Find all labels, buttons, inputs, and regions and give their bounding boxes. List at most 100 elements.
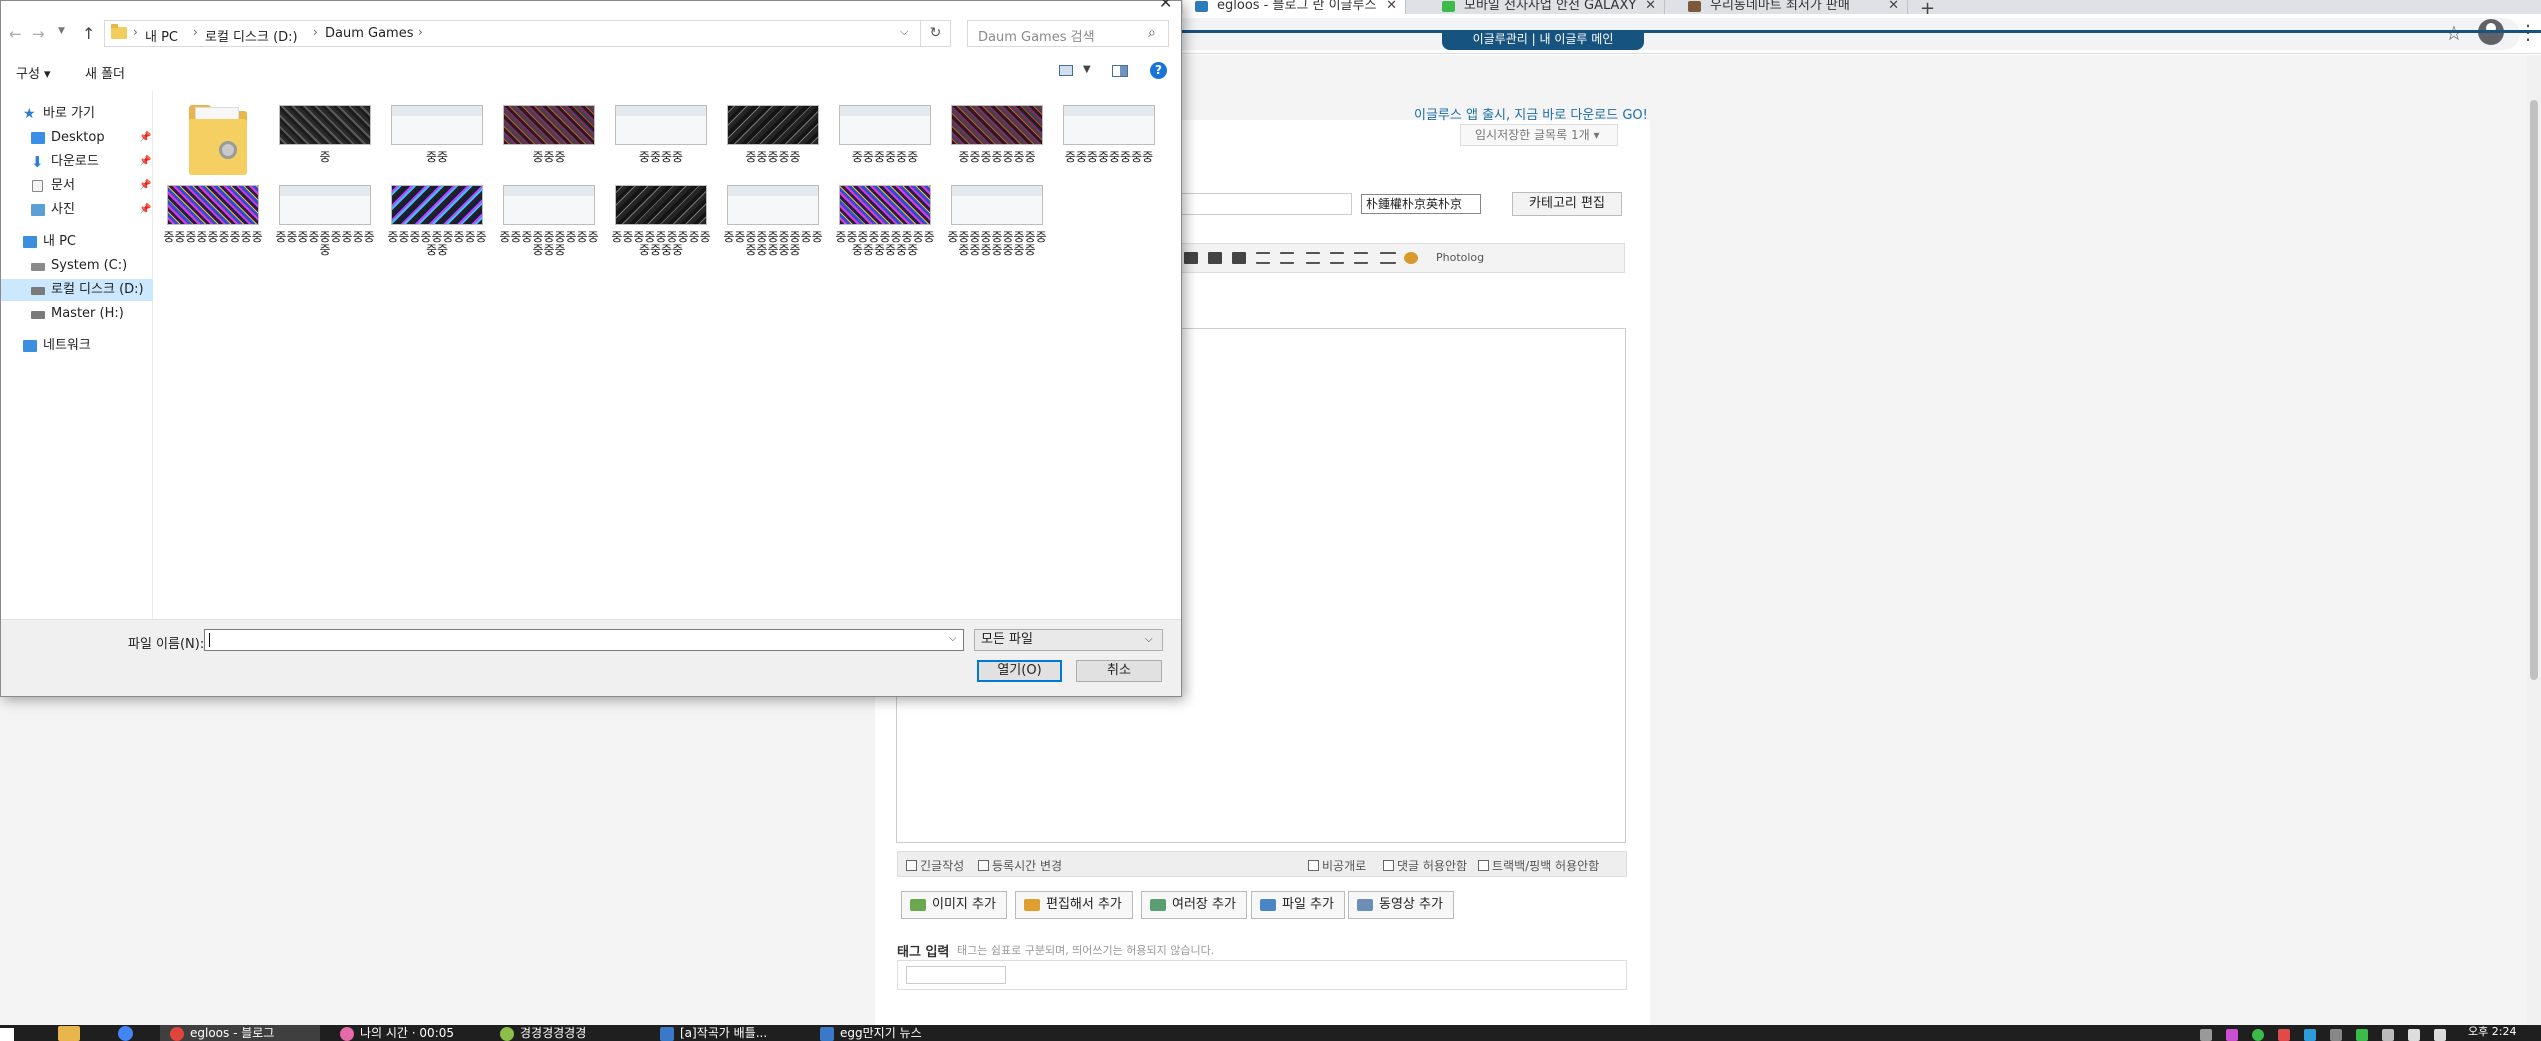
- tray-icon[interactable]: [2200, 1029, 2212, 1041]
- help-icon[interactable]: ?: [1150, 62, 1167, 79]
- nav-item-local-disk-d[interactable]: 로컬 디스크 (D:): [1, 279, 153, 301]
- nav-item-master-h[interactable]: Master (H:): [1, 303, 153, 325]
- checkbox[interactable]: [1383, 860, 1394, 871]
- breadcrumb-daum-games[interactable]: Daum Games: [325, 26, 414, 41]
- chevron-down-icon[interactable]: ⌵: [949, 633, 957, 644]
- file-item[interactable]: 중중중중중중중중중중: [273, 173, 377, 273]
- numbered-list-icon[interactable]: [1280, 252, 1294, 264]
- no-trackback-option[interactable]: 트랙백/핑백 허용안함: [1478, 857, 1599, 874]
- tag-input[interactable]: [906, 966, 1006, 984]
- bold-icon[interactable]: [1184, 252, 1198, 264]
- file-item[interactable]: 중중중중중중중중중중중중: [497, 173, 601, 273]
- no-comments-option[interactable]: 댓글 허용안함: [1383, 857, 1467, 874]
- address-bar[interactable]: › 내 PC › 로컬 디스크 (D:) › Daum Games › ⌵: [104, 20, 921, 47]
- checkbox[interactable]: [906, 860, 917, 871]
- taskbar-app-3[interactable]: 경경경경경경: [490, 1025, 640, 1041]
- cancel-button[interactable]: 취소: [1076, 660, 1162, 682]
- file-item[interactable]: 중중중중중중중중중중중중중중중중: [945, 173, 1049, 273]
- nav-item-network[interactable]: 네트워크: [1, 335, 153, 357]
- tray-icon[interactable]: [2356, 1029, 2368, 1041]
- tray-icon[interactable]: [2278, 1029, 2290, 1041]
- caret-down-icon[interactable]: ▼: [1083, 64, 1091, 75]
- search-box[interactable]: Daum Games 검색 ⌕: [967, 20, 1169, 47]
- taskbar-app-time[interactable]: 나의 시간 · 00:05: [330, 1025, 480, 1041]
- checkbox[interactable]: [1308, 860, 1319, 871]
- urgent-option[interactable]: 긴글작성: [906, 857, 964, 874]
- windows-start-icon[interactable]: [0, 1028, 14, 1041]
- breadcrumb-my-pc[interactable]: 내 PC: [145, 26, 178, 45]
- post-title-input[interactable]: [1180, 193, 1352, 215]
- filename-input[interactable]: ⌵: [204, 629, 964, 651]
- chrome-icon[interactable]: [118, 1026, 133, 1041]
- browser-tab-galaxy[interactable]: 모바일 전자사업 안전 GALAXY ✕: [1430, 0, 1665, 14]
- preview-pane-icon[interactable]: [1112, 65, 1128, 77]
- nav-item-system-c[interactable]: System (C:): [1, 255, 153, 277]
- nav-item-my-pc[interactable]: 내 PC: [1, 231, 153, 253]
- change-time-option[interactable]: 등록시간 변경: [978, 857, 1062, 874]
- edit-add-button[interactable]: 편집해서 추가: [1015, 891, 1133, 919]
- taskbar-app-4[interactable]: [a]작곡가 배틀...: [650, 1025, 800, 1041]
- bookmark-star-icon[interactable]: ☆: [2445, 21, 2463, 45]
- align-center-icon[interactable]: [1330, 252, 1344, 264]
- view-options-icon[interactable]: [1059, 65, 1073, 76]
- align-right-icon[interactable]: [1354, 252, 1368, 264]
- close-icon[interactable]: ✕: [1888, 0, 1899, 12]
- file-item[interactable]: 중중중중중중중중중: [161, 173, 265, 273]
- private-option[interactable]: 비공개로: [1308, 857, 1366, 874]
- add-image-button[interactable]: 이미지 추가: [901, 891, 1007, 919]
- tempsave-list-dropdown[interactable]: 임시저장한 글목록 1개 ▾: [1460, 124, 1618, 146]
- file-item[interactable]: 중중중중중중중중중중중중중중: [721, 173, 825, 273]
- address-omnibox[interactable]: [1180, 18, 2520, 50]
- filetype-select[interactable]: 모든 파일 ⌵: [974, 629, 1163, 651]
- checkbox[interactable]: [1478, 860, 1489, 871]
- tray-icon[interactable]: [2304, 1029, 2316, 1041]
- nav-item-downloads[interactable]: ⬇ 다운로드 📌: [1, 151, 153, 173]
- photolog-button[interactable]: Photolog: [1436, 251, 1484, 264]
- close-icon[interactable]: ✕: [1386, 0, 1397, 12]
- file-item[interactable]: 중중중중중중중중중중중중중: [609, 173, 713, 273]
- page-scrollbar-thumb[interactable]: [2530, 100, 2538, 680]
- top-menu[interactable]: 이글루관리 | 내 이글루 메인: [1442, 30, 1644, 50]
- bullet-list-icon[interactable]: [1256, 252, 1270, 264]
- close-icon[interactable]: ✕: [1645, 0, 1656, 12]
- recent-locations-icon[interactable]: ▼: [58, 26, 65, 36]
- tray-icon[interactable]: [2226, 1029, 2238, 1041]
- open-button[interactable]: 열기(O): [977, 660, 1062, 682]
- tray-icon[interactable]: [2252, 1029, 2264, 1041]
- nav-item-documents[interactable]: 문서 📌: [1, 175, 153, 197]
- browser-tab-mart[interactable]: 우리동네마트 최저가 판매 ✕: [1676, 0, 1908, 14]
- nav-item-desktop[interactable]: Desktop 📌: [1, 127, 153, 149]
- up-arrow-icon[interactable]: ↑: [82, 24, 95, 43]
- tray-icon[interactable]: [2330, 1029, 2342, 1041]
- file-item[interactable]: 중중중중중중중중: [1057, 93, 1161, 193]
- file-item[interactable]: 중중중중중중중중중중중: [385, 173, 489, 273]
- dialog-close-icon[interactable]: ✕: [1159, 0, 1172, 12]
- add-video-button[interactable]: 동영상 추가: [1348, 891, 1454, 919]
- taskbar-app-egloos[interactable]: egloos - 블로그: [160, 1025, 320, 1041]
- taskbar-clock[interactable]: 오후 2:24: [2468, 1026, 2516, 1038]
- box-icon[interactable]: [1232, 252, 1246, 264]
- breadcrumb-local-disk[interactable]: 로컬 디스크 (D:): [205, 26, 298, 45]
- file-explorer-icon[interactable]: [58, 1026, 80, 1041]
- multi-add-button[interactable]: 여러장 추가: [1141, 891, 1247, 919]
- volume-icon[interactable]: [2408, 1029, 2420, 1041]
- app-promo-link[interactable]: 이글루스 앱 출시, 지금 바로 다운로드 GO!: [1414, 104, 1648, 123]
- tray-icon[interactable]: [2382, 1029, 2394, 1041]
- align-left-icon[interactable]: [1306, 252, 1320, 264]
- nav-item-pictures[interactable]: 사진 📌: [1, 199, 153, 221]
- refresh-button[interactable]: ↻: [921, 20, 951, 47]
- browser-tab-egloos[interactable]: egloos - 블로그 란 이글루스 ✕: [1183, 0, 1406, 14]
- network-icon[interactable]: [2434, 1029, 2446, 1041]
- category-edit-button[interactable]: 카테고리 편집: [1512, 192, 1622, 216]
- search-icon[interactable]: ⌕: [1148, 25, 1156, 41]
- nav-item-quick-access[interactable]: ★ 바로 가기: [1, 103, 153, 125]
- new-folder-button[interactable]: 새 폴더: [85, 63, 125, 82]
- checkbox[interactable]: [978, 860, 989, 871]
- taskbar-app-5[interactable]: egg만지기 뉴스: [810, 1025, 960, 1041]
- forward-arrow-icon[interactable]: →: [32, 25, 45, 43]
- search-input[interactable]: Daum Games 검색: [978, 26, 1095, 45]
- link-icon[interactable]: [1380, 252, 1396, 264]
- chevron-down-icon[interactable]: ⌵: [900, 25, 908, 39]
- color-icon[interactable]: [1404, 252, 1418, 264]
- organize-button[interactable]: 구성 ▾: [16, 63, 51, 82]
